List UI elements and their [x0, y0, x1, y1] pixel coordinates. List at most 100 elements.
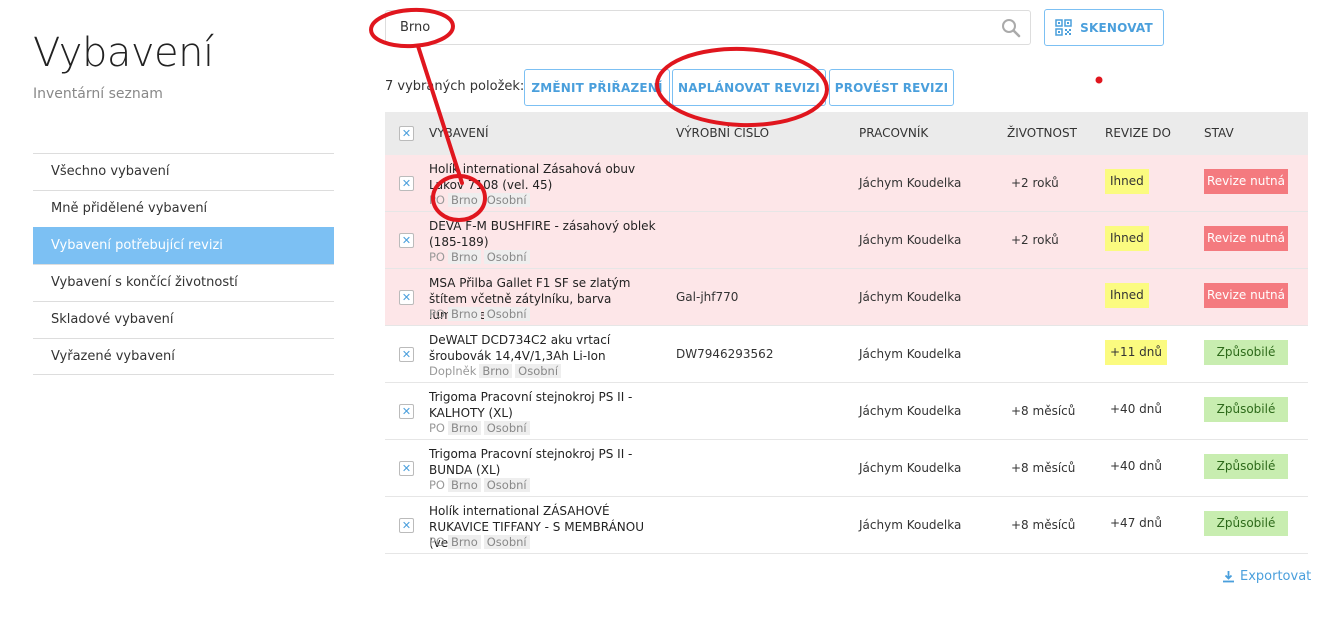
equipment-name[interactable]: Trigoma Pracovní stejnokroj PS II - KALH… — [429, 389, 669, 421]
equipment-tag: PO — [429, 307, 445, 321]
page-title: Vybavení — [33, 30, 214, 76]
equipment-tag: Brno — [448, 250, 481, 264]
search-input[interactable] — [386, 11, 986, 44]
select-all-checkbox[interactable]: ✕ — [399, 126, 414, 141]
equipment-name[interactable]: DEVA F-M BUSHFIRE - zásahový oblek (185-… — [429, 218, 669, 250]
equipment-table: ✕ Vybavení Výrobní číslo Pracovník Život… — [385, 112, 1308, 554]
equipment-tags: PO Brno Osobní — [429, 421, 530, 435]
worker-name: Jáchym Koudelka — [859, 233, 962, 247]
table-row[interactable]: ✕ Holík international Zásahová obuv Lukov… — [385, 155, 1308, 212]
equipment-tags: PO Brno Osobní — [429, 535, 530, 549]
equipment-tags: PO Brno Osobní — [429, 307, 530, 321]
revision-due: +40 dnů — [1110, 459, 1162, 473]
table-row[interactable]: ✕ Holík international ZÁSAHOVÉ RUKAVICE T… — [385, 497, 1308, 554]
worker-name: Jáchym Koudelka — [859, 176, 962, 190]
revision-due: +11 dnů — [1105, 340, 1167, 365]
search-icon[interactable] — [1001, 18, 1021, 38]
table-row[interactable]: ✕ Trigoma Pracovní stejnokroj PS II - BUN… — [385, 440, 1308, 497]
table-body: ✕ Holík international Zásahová obuv Lukov… — [385, 155, 1308, 554]
equipment-tag: PO — [429, 478, 445, 492]
table-row[interactable]: ✕ MSA Přilba Gallet F1 SF se zlatým štíte… — [385, 269, 1308, 326]
sidebar: Všechno vybavení Mně přidělené vybavení Vy… — [33, 153, 334, 375]
table-row[interactable]: ✕ Trigoma Pracovní stejnokroj PS II - KAL… — [385, 383, 1308, 440]
equipment-tag: Osobní — [515, 364, 562, 378]
table-header: ✕ Vybavení Výrobní číslo Pracovník Život… — [385, 112, 1308, 155]
status-badge: Způsobilé — [1204, 454, 1288, 479]
equipment-tags: Doplněk Brno Osobní — [429, 364, 562, 378]
header-life[interactable]: Životnost — [1007, 126, 1077, 140]
do-revision-button[interactable]: PROVÉST REVIZI — [829, 69, 954, 106]
status-badge: Způsobilé — [1204, 397, 1288, 422]
export-link[interactable]: Exportovat — [1222, 569, 1311, 584]
sidebar-item[interactable]: Mně přidělené vybavení — [33, 190, 334, 227]
lifetime-value: +2 roků — [1011, 233, 1059, 247]
equipment-name[interactable]: Holík international Zásahová obuv Lukov … — [429, 161, 669, 193]
equipment-tags: PO Brno Osobní — [429, 250, 530, 264]
worker-name: Jáchym Koudelka — [859, 461, 962, 475]
sidebar-item[interactable]: Vybavení s končící životností — [33, 264, 334, 301]
row-checkbox[interactable]: ✕ — [399, 461, 414, 476]
worker-name: Jáchym Koudelka — [859, 404, 962, 418]
revision-due: +47 dnů — [1110, 516, 1162, 530]
equipment-tag: Osobní — [483, 421, 530, 435]
plan-revision-button[interactable]: NAPLÁNOVAT REVIZI — [672, 69, 826, 106]
sidebar-item[interactable]: Vybavení potřebující revizi — [33, 227, 334, 264]
worker-name: Jáchym Koudelka — [859, 347, 962, 361]
status-badge: Způsobilé — [1204, 340, 1288, 365]
equipment-tag: Brno — [448, 193, 481, 207]
row-checkbox[interactable]: ✕ — [399, 176, 414, 191]
revision-due: Ihned — [1105, 226, 1149, 251]
equipment-tag: Brno — [448, 478, 481, 492]
table-row[interactable]: ✕ DeWALT DCD734C2 aku vrtací šroubovák 14… — [385, 326, 1308, 383]
row-checkbox[interactable]: ✕ — [399, 347, 414, 362]
sidebar-item[interactable]: Vyřazené vybavení — [33, 338, 334, 375]
header-equipment[interactable]: Vybavení — [429, 126, 489, 140]
revision-due: Ihned — [1105, 283, 1149, 308]
revision-due: Ihned — [1105, 169, 1149, 194]
equipment-tag: Osobní — [483, 307, 530, 321]
header-worker[interactable]: Pracovník — [859, 126, 928, 140]
status-badge: Revize nutná — [1204, 283, 1288, 308]
header-status[interactable]: Stav — [1204, 126, 1234, 140]
revision-due: +40 dnů — [1110, 402, 1162, 416]
table-row[interactable]: ✕ DEVA F-M BUSHFIRE - zásahový oblek (185… — [385, 212, 1308, 269]
equipment-tag: Brno — [448, 535, 481, 549]
qr-code-icon — [1055, 19, 1072, 36]
equipment-tag: Doplněk — [429, 364, 477, 378]
sidebar-item[interactable]: Všechno vybavení — [33, 153, 334, 190]
equipment-tag: PO — [429, 535, 445, 549]
status-badge: Revize nutná — [1204, 226, 1288, 251]
annotation-dot — [1095, 76, 1103, 84]
lifetime-value: +8 měsíců — [1011, 461, 1076, 475]
equipment-name[interactable]: DeWALT DCD734C2 aku vrtací šroubovák 14,… — [429, 332, 669, 364]
export-label: Exportovat — [1240, 569, 1312, 584]
equipment-tags: PO Brno Osobní — [429, 193, 530, 207]
page-subtitle: Inventární seznam — [33, 86, 163, 102]
equipment-tag: Osobní — [483, 535, 530, 549]
worker-name: Jáchym Koudelka — [859, 290, 962, 304]
row-checkbox[interactable]: ✕ — [399, 404, 414, 419]
serial-number: Gal-jhf770 — [676, 290, 739, 304]
row-checkbox[interactable]: ✕ — [399, 233, 414, 248]
equipment-name[interactable]: Trigoma Pracovní stejnokroj PS II - BUND… — [429, 446, 669, 478]
selected-count: 7 vybraných položek: — [385, 79, 525, 94]
change-assignment-button[interactable]: ZMĚNIT PŘIŘAZENÍ — [524, 69, 670, 106]
sidebar-item[interactable]: Skladové vybavení — [33, 301, 334, 338]
scan-button-label: SKENOVAT — [1080, 20, 1153, 35]
lifetime-value: +2 roků — [1011, 176, 1059, 190]
equipment-tag: PO — [429, 193, 445, 207]
status-badge: Způsobilé — [1204, 511, 1288, 536]
header-serial[interactable]: Výrobní číslo — [676, 126, 769, 140]
equipment-tag: Osobní — [483, 250, 530, 264]
serial-number: DW7946293562 — [676, 347, 774, 361]
equipment-tags: PO Brno Osobní — [429, 478, 530, 492]
header-revision[interactable]: Revize do — [1105, 126, 1171, 140]
equipment-tag: Brno — [479, 364, 513, 378]
status-badge: Revize nutná — [1204, 169, 1288, 194]
equipment-tag: Brno — [448, 421, 481, 435]
equipment-tag: Brno — [448, 307, 481, 321]
search-box — [385, 10, 1031, 45]
row-checkbox[interactable]: ✕ — [399, 290, 414, 305]
row-checkbox[interactable]: ✕ — [399, 518, 414, 533]
scan-button[interactable]: SKENOVAT — [1044, 9, 1164, 46]
